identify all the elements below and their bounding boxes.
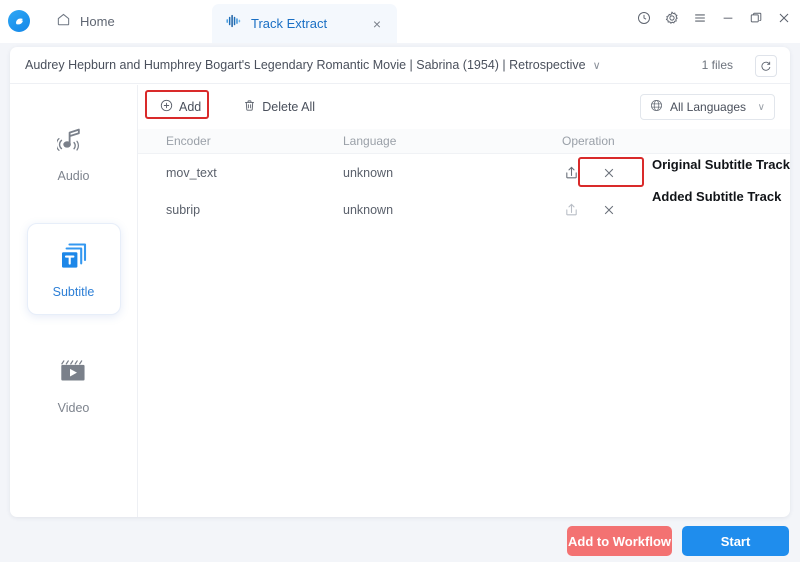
chevron-down-icon[interactable]: ∨ <box>593 59 601 72</box>
sidebar-item-audio[interactable]: Audio <box>27 107 121 199</box>
annotation-original-subtitle-track: Original Subtitle Track <box>652 157 790 172</box>
chevron-down-icon: ∨ <box>758 102 765 113</box>
tab-home-label: Home <box>80 14 115 29</box>
category-sidebar: Audio Subtitle <box>10 85 138 517</box>
sidebar-item-subtitle[interactable]: Subtitle <box>27 223 121 315</box>
sidebar-item-audio-label: Audio <box>58 169 90 183</box>
column-header-operation: Operation <box>558 134 708 148</box>
track-toolbar: Add Delete All <box>138 85 790 129</box>
audio-note-icon <box>57 123 90 157</box>
tab-track-extract-label: Track Extract <box>251 16 359 31</box>
trash-icon <box>243 99 256 115</box>
menu-icon[interactable] <box>691 9 708 26</box>
annotation-added-subtitle-track: Added Subtitle Track <box>652 189 781 204</box>
cell-language: unknown <box>343 203 558 217</box>
add-button-label: Add <box>179 100 201 114</box>
file-title: Audrey Hepburn and Humphrey Bogart's Leg… <box>25 58 586 72</box>
column-header-encoder: Encoder <box>138 134 343 148</box>
video-clapper-icon <box>58 355 89 389</box>
file-bar: Audrey Hepburn and Humphrey Bogart's Leg… <box>10 47 790 84</box>
history-icon[interactable] <box>635 9 652 26</box>
home-icon <box>56 12 71 32</box>
language-filter-select[interactable]: All Languages ∨ <box>640 94 775 120</box>
export-icon[interactable] <box>562 200 581 219</box>
track-table: Encoder Language Operation mov_text unkn… <box>138 129 790 517</box>
cell-encoder: mov_text <box>138 166 343 180</box>
column-header-language: Language <box>343 134 558 148</box>
maximize-icon[interactable] <box>747 9 764 26</box>
close-x-icon[interactable] <box>599 200 618 219</box>
tab-track-extract[interactable]: Track Extract × <box>212 4 397 43</box>
close-x-icon[interactable] <box>599 163 618 182</box>
start-button[interactable]: Start <box>682 526 789 556</box>
refresh-button[interactable] <box>755 55 777 77</box>
window-controls <box>635 9 792 26</box>
add-button[interactable]: Add <box>152 95 209 119</box>
application-window: Home Track Extract × <box>0 0 800 562</box>
main-card: Audrey Hepburn and Humphrey Bogart's Leg… <box>10 47 790 517</box>
cell-encoder: subrip <box>138 203 343 217</box>
tab-home[interactable]: Home <box>40 0 210 43</box>
export-icon[interactable] <box>562 163 581 182</box>
minimize-icon[interactable] <box>719 9 736 26</box>
sidebar-item-video-label: Video <box>58 401 90 415</box>
cell-language: unknown <box>343 166 558 180</box>
sidebar-item-video[interactable]: Video <box>27 339 121 431</box>
add-to-workflow-button[interactable]: Add to Workflow <box>567 526 672 556</box>
file-count-label: 1 files <box>702 58 733 72</box>
title-bar: Home Track Extract × <box>0 0 800 43</box>
add-button-wrapper: Add <box>152 95 209 119</box>
tab-close-icon[interactable]: × <box>369 17 385 31</box>
settings-gear-icon[interactable] <box>663 9 680 26</box>
close-icon[interactable] <box>775 9 792 26</box>
subtitle-t-icon <box>59 239 89 273</box>
delete-all-label: Delete All <box>262 100 315 114</box>
plus-circle-icon <box>160 99 173 115</box>
globe-icon <box>650 99 663 115</box>
sidebar-item-subtitle-label: Subtitle <box>53 285 95 299</box>
table-header-row: Encoder Language Operation <box>138 129 790 154</box>
language-filter-value: All Languages <box>670 100 746 114</box>
waveform-icon <box>226 14 241 33</box>
delete-all-button[interactable]: Delete All <box>243 99 315 115</box>
app-logo-icon <box>8 10 30 32</box>
